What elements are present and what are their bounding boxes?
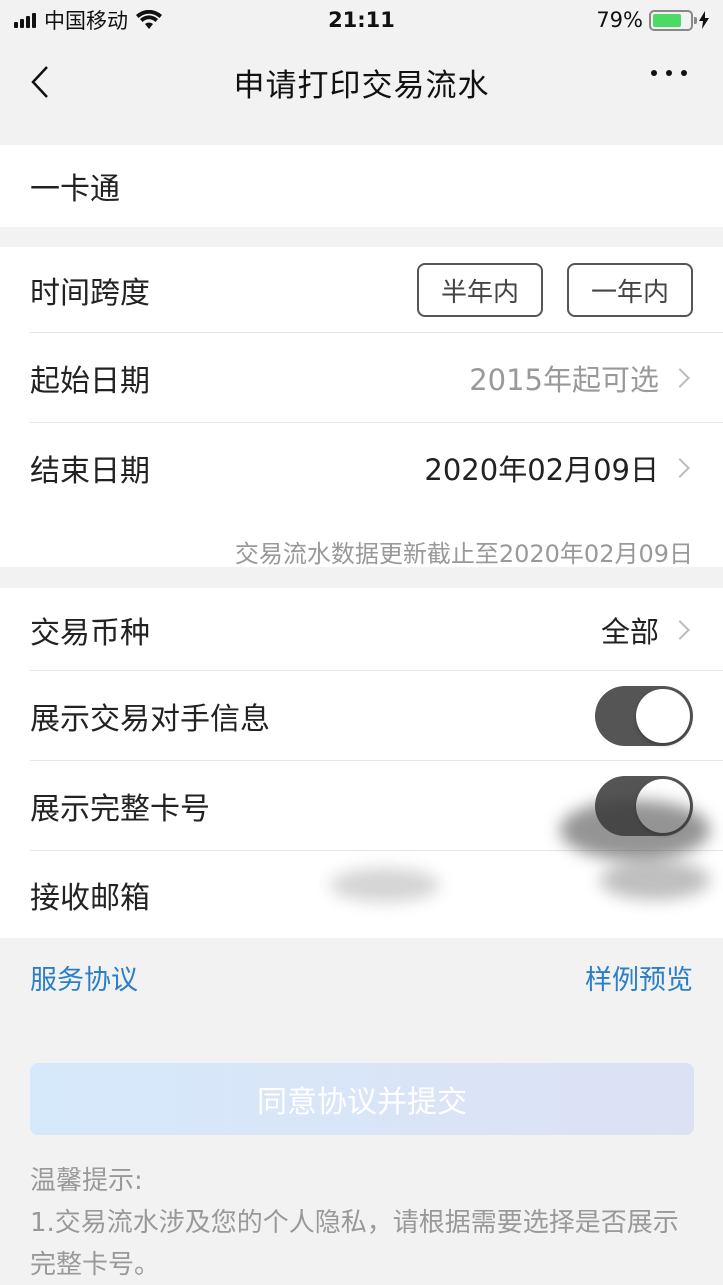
currency-row[interactable]: 交易币种 全部 bbox=[30, 588, 693, 671]
battery-icon bbox=[649, 9, 697, 31]
period-options: 半年内 一年内 bbox=[417, 263, 693, 317]
nav-bar: 申请打印交易流水 bbox=[0, 40, 723, 124]
more-button[interactable] bbox=[651, 70, 687, 76]
chevron-right-icon bbox=[670, 368, 690, 388]
wifi-icon bbox=[136, 10, 162, 29]
ink-smudge bbox=[330, 868, 440, 902]
carrier-label: 中国移动 bbox=[44, 9, 128, 33]
period-label: 时间跨度 bbox=[30, 276, 150, 311]
card-row[interactable]: 一卡通 bbox=[30, 145, 693, 227]
one-year-button[interactable]: 一年内 bbox=[567, 263, 693, 317]
start-date-row[interactable]: 起始日期 2015年起可选 bbox=[30, 333, 693, 423]
status-left: 中国移动 bbox=[14, 5, 162, 35]
data-update-note: 交易流水数据更新截止至2020年02月09日 bbox=[234, 540, 693, 568]
end-date-label: 结束日期 bbox=[30, 454, 150, 489]
status-bar: 中国移动 21:11 79% bbox=[0, 0, 723, 40]
start-date-value-group: 2015年起可选 bbox=[469, 357, 693, 399]
ink-smudge bbox=[560, 800, 710, 860]
battery-percent: 79% bbox=[596, 8, 643, 32]
currency-value: 全部 bbox=[600, 614, 659, 649]
counterparty-toggle[interactable] bbox=[595, 685, 693, 746]
more-dot-icon bbox=[681, 70, 687, 76]
counterparty-label: 展示交易对手信息 bbox=[30, 701, 270, 737]
back-button[interactable] bbox=[30, 62, 60, 102]
period-row: 时间跨度 半年内 一年内 bbox=[30, 247, 693, 333]
status-right: 79% bbox=[596, 8, 709, 32]
chevron-right-icon bbox=[670, 619, 690, 640]
end-date-value-group: 2020年02月09日 bbox=[424, 447, 693, 489]
page-title: 申请打印交易流水 bbox=[233, 67, 490, 104]
battery-level bbox=[653, 13, 682, 27]
ink-smudge bbox=[600, 860, 710, 900]
currency-label: 交易币种 bbox=[30, 615, 150, 651]
start-date-label: 起始日期 bbox=[30, 364, 150, 399]
links-row: 服务协议 样例预览 bbox=[30, 958, 693, 997]
submit-button[interactable]: 同意协议并提交 bbox=[30, 1063, 694, 1135]
tips-title: 温馨提示: bbox=[30, 1166, 143, 1196]
toggle-knob bbox=[636, 688, 690, 743]
more-dot-icon bbox=[651, 70, 657, 76]
card-section[interactable]: 一卡通 bbox=[0, 145, 723, 227]
agreement-link[interactable]: 服务协议 bbox=[30, 958, 138, 997]
card-label: 一卡通 bbox=[30, 172, 120, 207]
period-section: 时间跨度 半年内 一年内 起始日期 2015年起可选 结束日期 2020年02月… bbox=[0, 247, 723, 568]
tips-line: 1.交易流水涉及您的个人隐私，请根据需要选择是否展示完整卡号。 bbox=[30, 1208, 679, 1280]
currency-value-group: 全部 bbox=[601, 609, 693, 651]
end-date-value: 2020年02月09日 bbox=[424, 453, 659, 487]
chevron-right-icon bbox=[670, 458, 690, 478]
sample-preview-link[interactable]: 样例预览 bbox=[585, 958, 693, 997]
start-date-value: 2015年起可选 bbox=[469, 363, 659, 397]
chevron-left-icon bbox=[31, 66, 48, 98]
end-date-row[interactable]: 结束日期 2020年02月09日 bbox=[30, 423, 693, 513]
more-dot-icon bbox=[666, 70, 672, 76]
email-label: 接收邮箱 bbox=[30, 880, 150, 916]
full-card-label: 展示完整卡号 bbox=[30, 791, 210, 827]
tips: 温馨提示: 1.交易流水涉及您的个人隐私，请根据需要选择是否展示完整卡号。 bbox=[30, 1160, 693, 1285]
counterparty-row: 展示交易对手信息 bbox=[30, 671, 693, 760]
half-year-button[interactable]: 半年内 bbox=[417, 263, 543, 317]
signal-icon bbox=[14, 12, 36, 28]
charging-icon bbox=[699, 11, 709, 29]
